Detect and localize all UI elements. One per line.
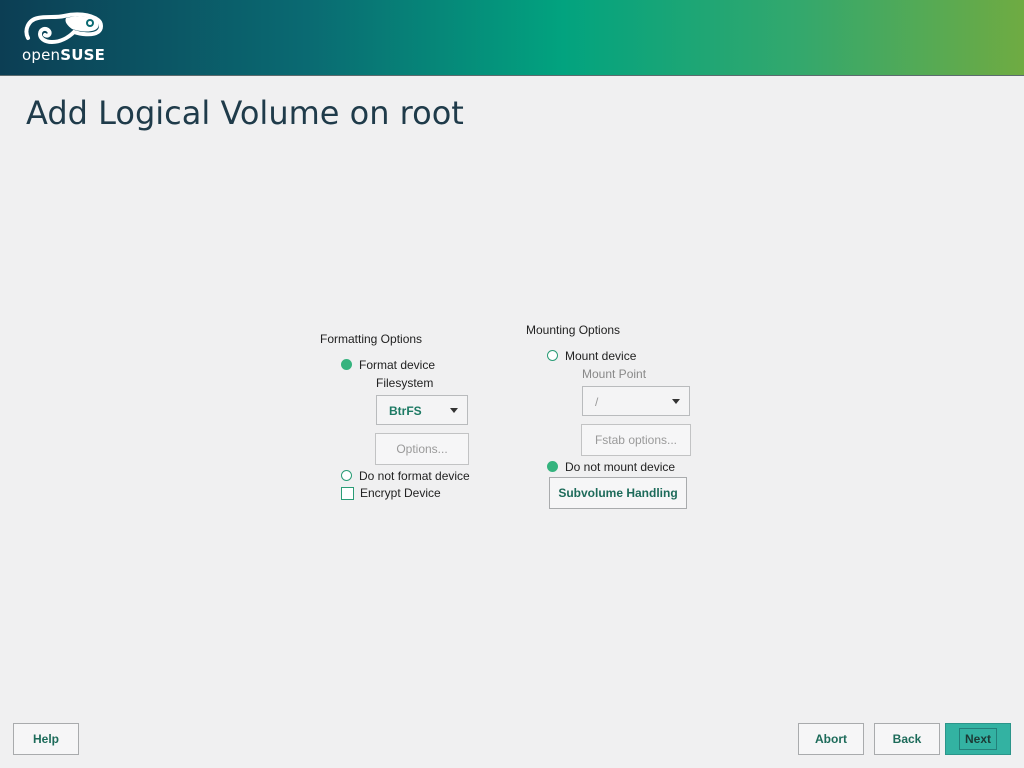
opensuse-logo: openSUSE: [22, 12, 112, 64]
do-not-mount-radio[interactable]: [547, 461, 558, 472]
do-not-mount-label[interactable]: Do not mount device: [565, 460, 675, 474]
abort-button[interactable]: Abort: [798, 723, 864, 755]
help-button[interactable]: Help: [13, 723, 79, 755]
encrypt-device-checkbox[interactable]: [341, 487, 354, 500]
header-banner: openSUSE: [0, 0, 1024, 76]
mounting-options-label: Mounting Options: [526, 323, 621, 337]
encrypt-device-label[interactable]: Encrypt Device: [360, 486, 441, 500]
do-not-format-radio[interactable]: [341, 470, 352, 481]
logo-text-suse: SUSE: [60, 46, 106, 64]
opensuse-chameleon-icon: [24, 12, 103, 45]
format-options-button[interactable]: Options...: [375, 433, 469, 465]
mount-point-label: Mount Point: [582, 367, 647, 381]
fstab-options-button[interactable]: Fstab options...: [581, 424, 691, 456]
format-device-radio[interactable]: [341, 359, 352, 370]
chevron-down-icon: [672, 399, 680, 404]
logo-text-open: open: [22, 46, 61, 64]
mount-device-label[interactable]: Mount device: [565, 349, 636, 363]
back-button[interactable]: Back: [874, 723, 940, 755]
subvolume-handling-button[interactable]: Subvolume Handling: [549, 477, 687, 509]
page-title: Add Logical Volume on root: [26, 94, 464, 132]
filesystem-label: Filesystem: [376, 376, 434, 390]
mount-point-value: /: [595, 395, 599, 409]
filesystem-combo[interactable]: BtrFS: [376, 395, 468, 425]
chevron-down-icon: [450, 408, 458, 413]
next-button[interactable]: Next: [945, 723, 1011, 755]
filesystem-value: BtrFS: [389, 404, 422, 418]
mount-point-combo[interactable]: /: [582, 386, 690, 416]
mount-device-radio[interactable]: [547, 350, 558, 361]
do-not-format-label[interactable]: Do not format device: [359, 469, 470, 483]
format-device-label[interactable]: Format device: [359, 358, 435, 372]
next-button-label: Next: [958, 728, 997, 750]
formatting-options-label: Formatting Options: [320, 332, 423, 346]
